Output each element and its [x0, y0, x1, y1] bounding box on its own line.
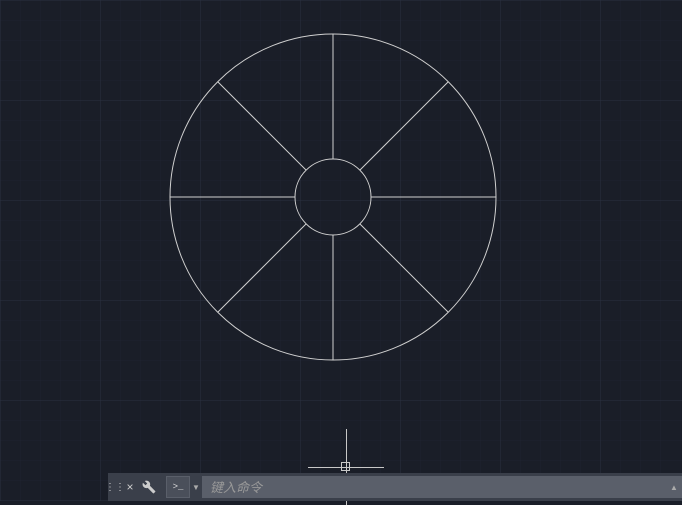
close-icon[interactable]: ×	[122, 473, 138, 501]
spoke-ne	[360, 82, 448, 170]
command-bar-handle[interactable]: ⋮⋮	[108, 473, 122, 501]
command-input[interactable]	[202, 476, 666, 498]
command-bar: ⋮⋮ × >_ ▼ ▲	[108, 473, 682, 501]
spoke-se	[360, 224, 448, 312]
chevron-down-icon[interactable]: ▼	[190, 476, 202, 498]
chevron-up-icon[interactable]: ▲	[666, 476, 682, 498]
wheel-drawing	[0, 0, 682, 501]
command-prompt-icon: >_	[166, 476, 190, 498]
spoke-nw	[218, 82, 306, 170]
wrench-icon[interactable]	[138, 473, 160, 501]
inner-circle	[295, 159, 371, 235]
spoke-sw	[218, 224, 306, 312]
drawing-canvas[interactable]	[0, 0, 682, 501]
